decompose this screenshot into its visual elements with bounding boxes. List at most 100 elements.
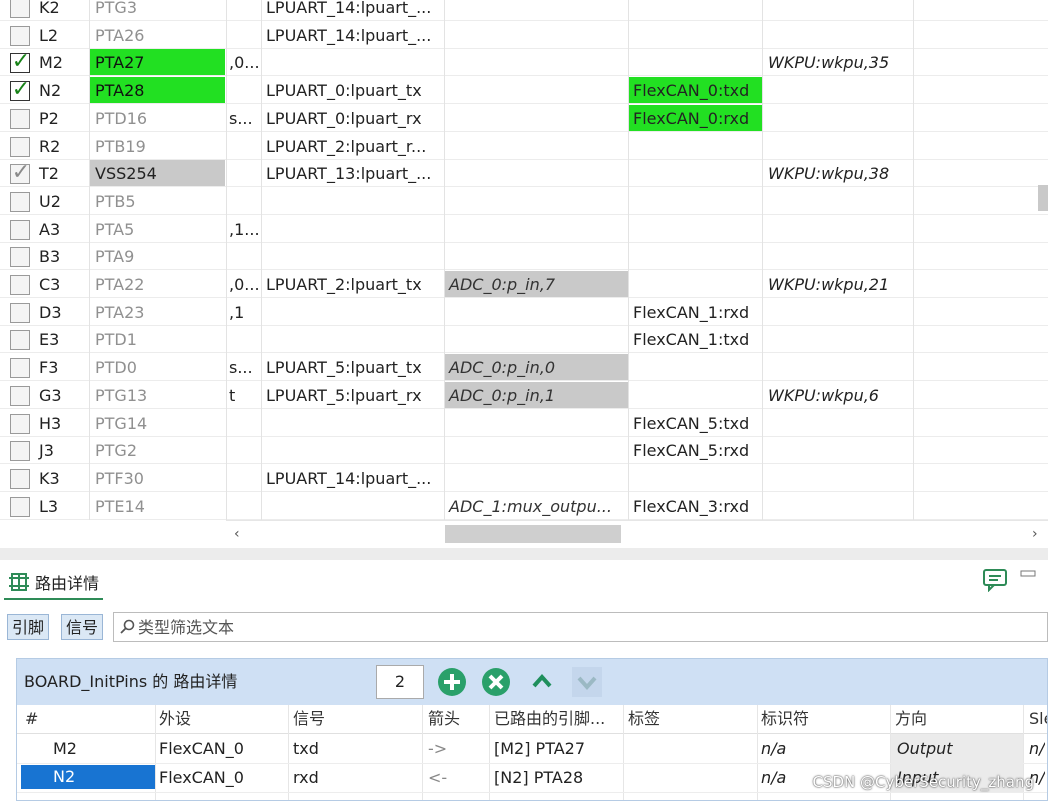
adc-signal-cell[interactable]: [445, 77, 628, 103]
wkpu-signal-cell[interactable]: WKPU:wkpu,35: [763, 49, 913, 75]
signal-cell[interactable]: ,1...: [227, 216, 261, 242]
pin-row[interactable]: R2 PTB19 LPUART_2:lpuart_r...: [0, 133, 1048, 160]
pin-port-name[interactable]: PTE14: [89, 493, 225, 519]
adc-signal-cell[interactable]: [445, 410, 628, 436]
flexcan-signal-cell[interactable]: [629, 188, 762, 214]
table-row[interactable]: M2 FlexCAN_0 txd -> [M2] PTA27 n/a Outpu…: [17, 734, 1047, 764]
pin-row[interactable]: D3 PTA23,1 FlexCAN_1:rxd: [0, 299, 1048, 326]
lpuart-signal-cell[interactable]: LPUART_2:lpuart_tx: [262, 271, 444, 297]
signal-cell[interactable]: [227, 188, 261, 214]
pin-checkbox[interactable]: [10, 0, 30, 18]
move-down-icon[interactable]: [571, 666, 603, 698]
row-routed-pin[interactable]: [M2] PTA27: [494, 734, 585, 763]
signal-cell[interactable]: [227, 0, 261, 20]
signal-cell[interactable]: [227, 22, 261, 48]
pin-row[interactable]: C3 PTA22,0... LPUART_2:lpuart_tx ADC_0:p_in…: [0, 271, 1048, 298]
wkpu-signal-cell[interactable]: [763, 0, 913, 20]
pin-port-name[interactable]: PTA27: [89, 49, 225, 76]
wkpu-signal-cell[interactable]: [763, 243, 913, 269]
pin-checkbox[interactable]: [10, 413, 30, 434]
wkpu-signal-cell[interactable]: [763, 188, 913, 214]
pin-checkbox[interactable]: [10, 275, 30, 295]
pin-checkbox[interactable]: [10, 136, 30, 157]
lpuart-signal-cell[interactable]: LPUART_13:lpuart_...: [262, 160, 444, 186]
pin-port-name[interactable]: PTG14: [89, 410, 225, 436]
wkpu-signal-cell[interactable]: [763, 299, 913, 325]
pin-row[interactable]: K3 PTF30 LPUART_14:lpuart_...: [0, 465, 1048, 492]
wkpu-signal-cell[interactable]: [763, 437, 913, 463]
signal-cell[interactable]: [227, 77, 261, 103]
filter-box[interactable]: [113, 612, 1048, 642]
adc-signal-cell[interactable]: ADC_0:p_in,0: [445, 354, 628, 381]
adc-signal-cell[interactable]: [445, 465, 628, 491]
pin-port-name[interactable]: PTG13: [89, 382, 225, 408]
pin-checkbox[interactable]: ✓: [10, 78, 30, 102]
remove-route-icon[interactable]: [480, 666, 512, 698]
flexcan-signal-cell[interactable]: [629, 160, 762, 186]
row-peripheral[interactable]: FlexCAN_0: [159, 763, 244, 792]
pin-port-name[interactable]: PTB19: [89, 133, 225, 159]
row-signal[interactable]: txd: [293, 734, 319, 763]
lpuart-signal-cell[interactable]: [262, 49, 444, 75]
flexcan-signal-cell[interactable]: FlexCAN_5:rxd: [629, 437, 762, 463]
lpuart-signal-cell[interactable]: [262, 243, 444, 269]
flexcan-signal-cell[interactable]: [629, 465, 762, 491]
flexcan-signal-cell[interactable]: [629, 0, 762, 20]
pin-row[interactable]: U2 PTB5: [0, 188, 1048, 215]
flexcan-signal-cell[interactable]: FlexCAN_5:txd: [629, 410, 762, 436]
pin-checkbox[interactable]: [10, 247, 30, 268]
signal-cell[interactable]: ,1: [227, 299, 261, 325]
pin-port-name[interactable]: PTB5: [89, 188, 225, 214]
col-header-peripheral[interactable]: 外设: [159, 705, 191, 733]
scroll-right-icon[interactable]: ›: [1032, 521, 1038, 547]
adc-signal-cell[interactable]: [445, 243, 628, 269]
pin-row[interactable]: B3 PTA9: [0, 243, 1048, 271]
signal-cell[interactable]: [227, 410, 261, 436]
lpuart-signal-cell[interactable]: [262, 326, 444, 352]
scroll-left-icon[interactable]: ‹: [234, 521, 240, 547]
wkpu-signal-cell[interactable]: [763, 465, 913, 491]
pin-row[interactable]: J3 PTG2 FlexCAN_5:rxd: [0, 437, 1048, 465]
lpuart-signal-cell[interactable]: [262, 437, 444, 463]
minimize-icon[interactable]: [1020, 570, 1036, 580]
lpuart-signal-cell[interactable]: LPUART_14:lpuart_...: [262, 0, 444, 20]
adc-signal-cell[interactable]: [445, 133, 628, 159]
pin-port-name[interactable]: PTF30: [89, 465, 225, 491]
pin-port-name[interactable]: PTA28: [89, 77, 225, 104]
add-route-icon[interactable]: [436, 666, 468, 698]
panel-divider[interactable]: [0, 548, 1048, 560]
flexcan-signal-cell[interactable]: [629, 382, 762, 408]
filter-text-input[interactable]: [138, 613, 1018, 641]
pin-port-name[interactable]: PTA22: [89, 271, 225, 297]
signal-cell[interactable]: [227, 133, 261, 159]
row-peripheral[interactable]: FlexCAN_0: [159, 734, 244, 763]
adc-signal-cell[interactable]: [445, 299, 628, 325]
lpuart-signal-cell[interactable]: LPUART_5:lpuart_tx: [262, 354, 444, 380]
pin-port-name[interactable]: VSS254: [89, 160, 225, 187]
wkpu-signal-cell[interactable]: [763, 105, 913, 131]
wkpu-signal-cell[interactable]: [763, 216, 913, 242]
adc-signal-cell[interactable]: [445, 49, 628, 75]
flexcan-signal-cell[interactable]: [629, 22, 762, 48]
lpuart-signal-cell[interactable]: [262, 410, 444, 436]
signal-cell[interactable]: ,0...: [227, 271, 261, 297]
filter-signals-button[interactable]: 信号: [61, 614, 104, 640]
pin-port-name[interactable]: PTD16: [89, 105, 225, 131]
pin-row[interactable]: E3 PTD1 FlexCAN_1:txd: [0, 326, 1048, 354]
signal-cell[interactable]: [227, 493, 261, 519]
adc-signal-cell[interactable]: ADC_0:p_in,1: [445, 381, 628, 408]
flexcan-signal-cell[interactable]: [629, 49, 762, 75]
col-header-identifier[interactable]: 标识符: [761, 705, 809, 733]
wkpu-signal-cell[interactable]: [763, 22, 913, 48]
signal-cell[interactable]: s...: [227, 354, 261, 380]
scrollbar-thumb[interactable]: [445, 525, 621, 543]
pin-checkbox[interactable]: [10, 108, 30, 129]
wkpu-signal-cell[interactable]: [763, 326, 913, 352]
adc-signal-cell[interactable]: [445, 0, 628, 20]
lpuart-signal-cell[interactable]: LPUART_0:lpuart_tx: [262, 77, 444, 103]
wkpu-signal-cell[interactable]: [763, 354, 913, 380]
pin-port-name[interactable]: PTG3: [89, 0, 225, 20]
pin-checkbox[interactable]: [10, 191, 30, 212]
pin-row[interactable]: G3 PTG13 t LPUART_5:lpuart_rx ADC_0:p_in,1 WK…: [0, 381, 1048, 409]
pin-checkbox[interactable]: [10, 496, 30, 517]
